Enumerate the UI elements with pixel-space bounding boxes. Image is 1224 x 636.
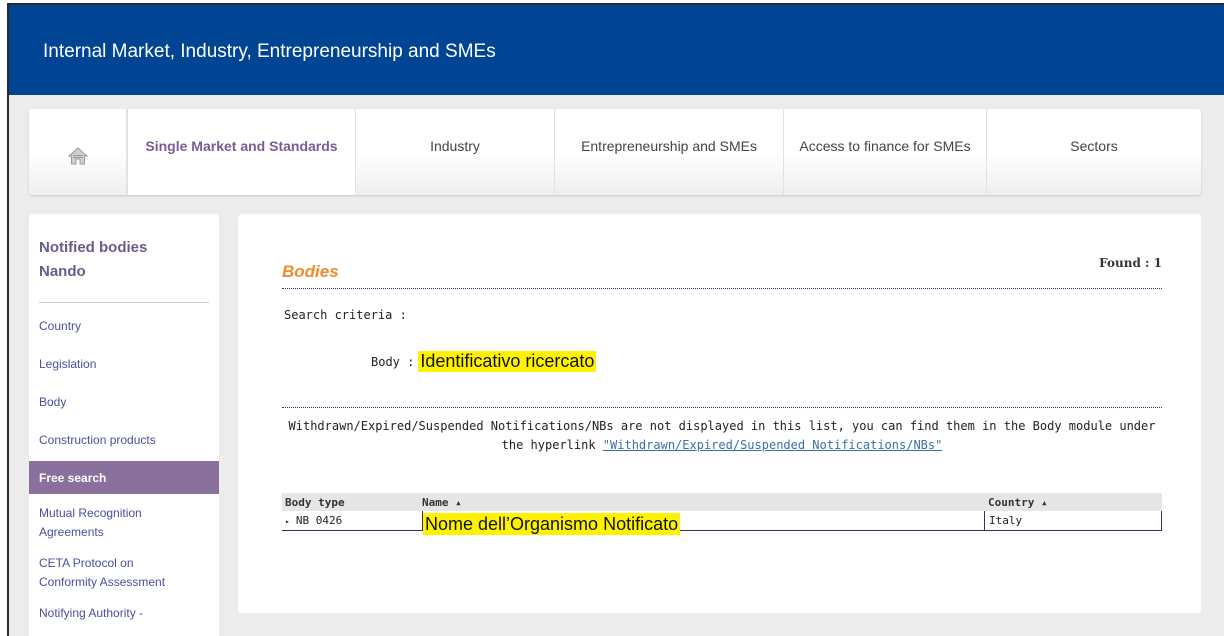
- sidebar-item-ceta-protocol[interactable]: CETA Protocol on Conformity Assessment: [29, 550, 219, 600]
- cell-body-type: ▸ NB 0426: [282, 514, 422, 527]
- col-country[interactable]: Country ▴: [984, 496, 1162, 509]
- sidebar-divider: [39, 302, 209, 303]
- nav-industry[interactable]: Industry: [356, 109, 555, 195]
- results-count: Found : 1: [1099, 256, 1162, 270]
- sidebar-item-notifying-authority[interactable]: Notifying Authority -: [29, 600, 219, 636]
- cell-body-type-value: NB 0426: [295, 514, 343, 527]
- sidebar-item-construction-products[interactable]: Construction products: [29, 423, 219, 461]
- withdrawn-notifications-link[interactable]: "Withdrawn/Expired/Suspended Notificatio…: [603, 438, 943, 452]
- nav-entrepreneurship-label: Entrepreneurship and SMEs: [581, 138, 757, 154]
- sidebar-heading-line2: Nando: [39, 263, 86, 280]
- sidebar-item-ceta-protocol-line1: CETA Protocol on: [39, 556, 134, 570]
- sidebar: Notified bodies Nando Country Legislatio…: [29, 214, 219, 636]
- nav-industry-label: Industry: [430, 138, 480, 154]
- cell-name-value[interactable]: Nome dell’Organismo Notificato: [423, 512, 681, 535]
- body-criterion-label: Body :: [371, 354, 415, 369]
- nav-single-market-label: Single Market and Standards: [145, 138, 338, 154]
- sidebar-heading[interactable]: Notified bodies Nando: [29, 214, 219, 302]
- search-criteria-label: Search criteria :: [284, 308, 407, 322]
- main-content: Bodies Found : 1 Search criteria : Body …: [238, 214, 1201, 613]
- criteria-divider: [282, 407, 1162, 408]
- nav-home[interactable]: [29, 109, 127, 195]
- home-icon: [67, 147, 88, 165]
- col-name[interactable]: Name ▴: [422, 496, 984, 509]
- sidebar-item-body[interactable]: Body: [29, 385, 219, 423]
- expand-arrow-icon[interactable]: ▸: [285, 517, 290, 526]
- nav-access-finance[interactable]: Access to finance for SMEs: [784, 109, 987, 195]
- sidebar-item-free-search[interactable]: Free search: [29, 461, 219, 494]
- table-row[interactable]: ▸ NB 0426 Nome dell’Organismo Notificato …: [282, 511, 1162, 535]
- site-banner: Internal Market, Industry, Entrepreneurs…: [9, 5, 1224, 95]
- sidebar-item-legislation[interactable]: Legislation: [29, 347, 219, 385]
- nav-entrepreneurship[interactable]: Entrepreneurship and SMEs: [555, 109, 784, 195]
- nav-sectors-label: Sectors: [1070, 138, 1118, 154]
- col-body-type[interactable]: Body type: [282, 496, 422, 509]
- nav-single-market[interactable]: Single Market and Standards: [127, 109, 356, 195]
- page-frame: Internal Market, Industry, Entrepreneurs…: [7, 3, 1224, 636]
- sidebar-item-country[interactable]: Country: [29, 309, 219, 347]
- sidebar-item-notifying-authority-line1: Notifying Authority -: [39, 606, 144, 620]
- sidebar-heading-line1: Notified bodies: [39, 239, 148, 256]
- sidebar-item-mutual-recognition-line1: Mutual Recognition: [39, 506, 142, 520]
- nav-sectors[interactable]: Sectors: [987, 109, 1201, 195]
- body-criterion-value: Identificativo ricercato: [418, 351, 597, 372]
- cell-name: Nome dell’Organismo Notificato: [422, 511, 984, 535]
- main-navigation: Single Market and Standards Industry Ent…: [29, 109, 1201, 195]
- withdrawn-notice: Withdrawn/Expired/Suspended Notification…: [282, 417, 1162, 455]
- site-title: Internal Market, Industry, Entrepreneurs…: [43, 41, 496, 62]
- nav-access-finance-label: Access to finance for SMEs: [799, 138, 971, 154]
- cell-country: Italy: [984, 511, 1161, 530]
- body-criterion: Body : Identificativo ricercato: [371, 351, 597, 372]
- table-header: Body type Name ▴ Country ▴: [282, 493, 1162, 511]
- results-table: Body type Name ▴ Country ▴ ▸ NB 0426 Nome…: [282, 493, 1162, 535]
- page-title: Bodies: [282, 262, 339, 281]
- sidebar-item-ceta-protocol-line2: Conformity Assessment: [39, 575, 166, 589]
- title-divider: [282, 288, 1162, 289]
- sidebar-item-mutual-recognition-line2: Agreements: [39, 525, 104, 539]
- sidebar-item-mutual-recognition[interactable]: Mutual Recognition Agreements: [29, 500, 219, 550]
